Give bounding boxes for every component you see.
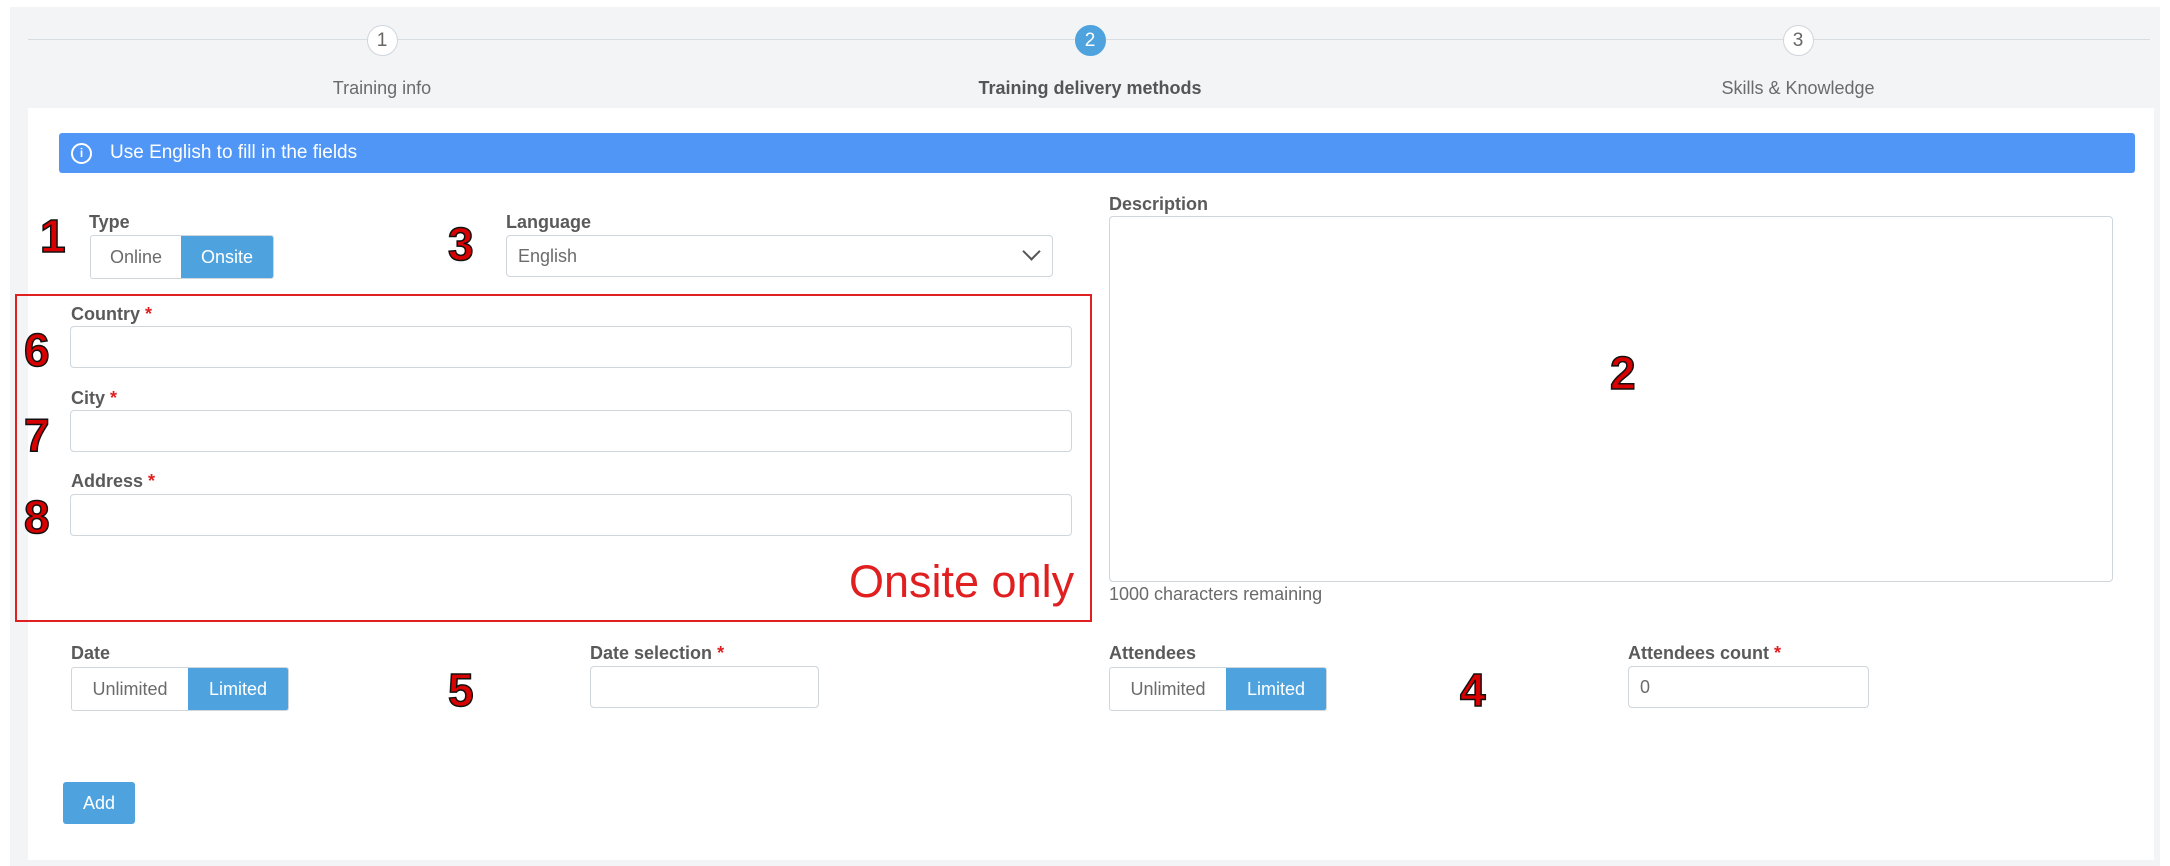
step-number: 3 xyxy=(1782,25,1814,56)
date-option-unlimited[interactable]: Unlimited xyxy=(72,668,188,710)
marker-7: 7 xyxy=(23,409,50,461)
step-training-info[interactable]: 1 Training info xyxy=(182,25,582,99)
required-marker: * xyxy=(110,388,118,408)
info-icon: i xyxy=(71,143,92,164)
info-banner-text: Use English to fill in the fields xyxy=(110,142,358,163)
step-number: 1 xyxy=(366,25,398,56)
attendees-count-label: Attendees count * xyxy=(1628,643,1781,664)
step-skills-knowledge[interactable]: 3 Skills & Knowledge xyxy=(1598,25,1998,99)
add-button[interactable]: Add xyxy=(63,782,135,824)
description-textarea[interactable] xyxy=(1109,216,2113,582)
step-number: 2 xyxy=(1074,25,1106,56)
step-label: Training info xyxy=(332,78,432,98)
description-remaining: 1000 characters remaining xyxy=(1109,584,1323,604)
address-label-text: Address xyxy=(71,471,144,491)
step-label: Skills & Knowledge xyxy=(1721,78,1875,98)
info-banner: i Use English to fill in the fields xyxy=(59,133,2135,173)
type-toggle: Online Onsite xyxy=(90,235,274,279)
marker-1: 1 xyxy=(39,210,66,262)
chevron-down-icon xyxy=(1022,242,1041,261)
city-label: City * xyxy=(71,388,117,409)
language-label: Language xyxy=(506,212,592,232)
marker-3: 3 xyxy=(447,218,474,270)
required-marker: * xyxy=(717,643,725,663)
country-label-text: Country xyxy=(71,304,140,324)
attendees-option-unlimited[interactable]: Unlimited xyxy=(1110,668,1226,710)
required-marker: * xyxy=(145,304,153,324)
attendees-count-value: 0 xyxy=(1640,677,1651,697)
date-label: Date xyxy=(71,643,111,663)
attendees-count-input[interactable]: 0 xyxy=(1628,666,1869,708)
language-select[interactable]: English xyxy=(506,235,1053,277)
marker-2: 2 xyxy=(1609,347,1636,399)
date-option-limited[interactable]: Limited xyxy=(188,668,288,710)
attendees-option-limited[interactable]: Limited xyxy=(1226,668,1326,710)
type-option-onsite[interactable]: Onsite xyxy=(181,236,273,278)
type-option-online[interactable]: Online xyxy=(91,236,181,278)
marker-4: 4 xyxy=(1459,664,1486,716)
attendees-count-label-text: Attendees count xyxy=(1628,643,1770,663)
type-label: Type xyxy=(89,212,130,232)
date-selection-label: Date selection * xyxy=(590,643,724,664)
city-label-text: City xyxy=(71,388,106,408)
address-input[interactable] xyxy=(70,494,1072,536)
step-training-delivery-methods[interactable]: 2 Training delivery methods xyxy=(890,25,1290,99)
required-marker: * xyxy=(148,471,156,491)
description-label: Description xyxy=(1109,194,1209,214)
marker-5: 5 xyxy=(447,664,474,716)
attendees-label: Attendees xyxy=(1109,643,1197,663)
date-selection-label-text: Date selection xyxy=(590,643,713,663)
date-selection-input[interactable] xyxy=(590,666,819,708)
marker-8: 8 xyxy=(23,491,50,543)
city-input[interactable] xyxy=(70,410,1072,452)
country-input[interactable] xyxy=(70,326,1072,368)
date-toggle: Unlimited Limited xyxy=(71,667,289,711)
attendees-toggle: Unlimited Limited xyxy=(1109,667,1327,711)
language-value: English xyxy=(518,246,578,266)
address-label: Address * xyxy=(71,471,155,492)
step-label: Training delivery methods xyxy=(978,78,1202,98)
marker-6: 6 xyxy=(23,324,50,376)
onsite-only-note: Onsite only xyxy=(849,556,1075,607)
country-label: Country * xyxy=(71,304,152,325)
required-marker: * xyxy=(1774,643,1782,663)
